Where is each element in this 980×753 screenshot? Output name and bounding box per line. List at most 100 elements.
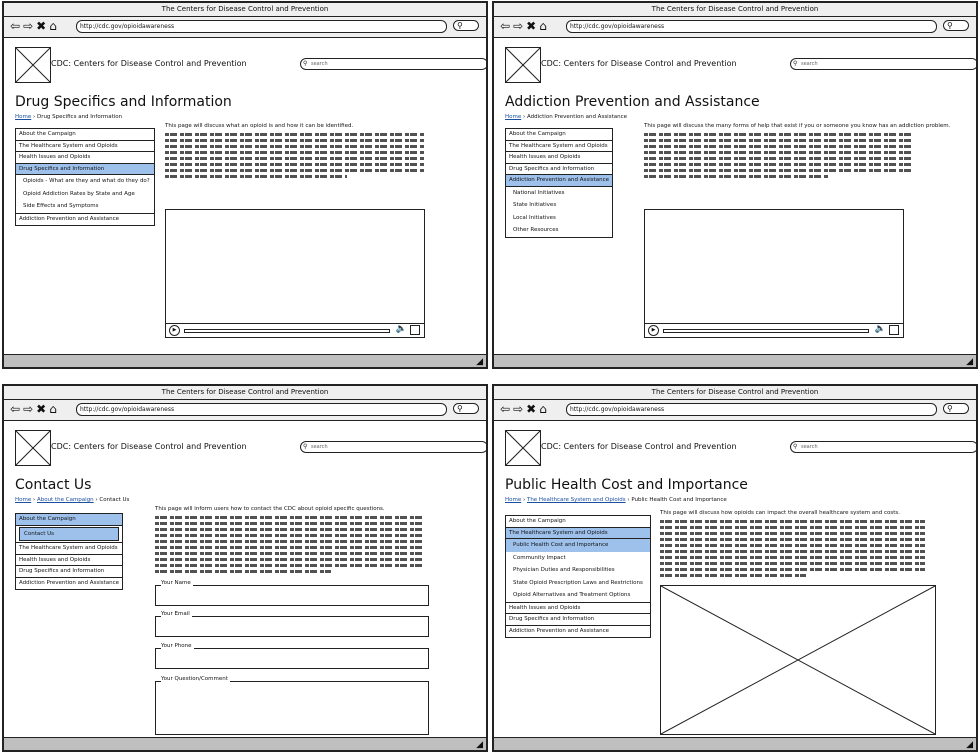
browser-search-field[interactable]: ⚲ <box>453 403 479 414</box>
site-search-input[interactable]: ⚲ search <box>790 441 976 453</box>
play-icon[interactable]: ▶ <box>169 325 180 336</box>
sidebar-subitem-national[interactable]: National Initiatives <box>506 187 612 200</box>
sidebar-item-health-issues[interactable]: Health Issues and Opioids <box>506 603 650 615</box>
sidebar-subitem-contact[interactable]: Contact Us <box>19 526 119 542</box>
window-title: The Centers for Disease Control and Prev… <box>494 386 976 400</box>
play-icon[interactable]: ▶ <box>648 325 659 336</box>
resize-grip-icon[interactable]: ◢ <box>476 357 483 367</box>
stop-icon[interactable]: ✖ <box>36 402 49 416</box>
name-field[interactable] <box>155 585 429 606</box>
sidebar-item-drug-specifics[interactable]: Drug Specifics and Information <box>16 566 122 578</box>
sidebar-item-drug-specifics[interactable]: Drug Specifics and Information <box>506 614 650 626</box>
resize-grip-icon[interactable]: ◢ <box>966 357 973 367</box>
browser-search-field[interactable]: ⚲ <box>943 20 969 31</box>
name-field-label: Your Name <box>161 580 193 586</box>
sidebar-nav: About the Campaign Contact Us The Health… <box>15 513 123 591</box>
stop-icon[interactable]: ✖ <box>36 19 49 33</box>
sidebar-nav: About the Campaign The Healthcare System… <box>505 128 613 238</box>
back-icon[interactable]: ⇦ <box>10 402 23 416</box>
breadcrumb-home-link[interactable]: Home <box>505 497 521 503</box>
sidebar-item-healthcare[interactable]: The Healthcare System and Opioids <box>506 141 612 153</box>
home-icon[interactable]: ⌂ <box>49 402 60 416</box>
sidebar-item-addiction-prevention[interactable]: Addiction Prevention and Assistance <box>16 214 154 226</box>
stop-icon[interactable]: ✖ <box>526 402 539 416</box>
site-name: CDC: Centers for Disease Control and Pre… <box>51 59 247 68</box>
sidebar-item-healthcare[interactable]: The Healthcare System and Opioids <box>16 543 122 555</box>
video-player[interactable]: ▶ 🔈 <box>644 209 904 338</box>
sidebar-item-about[interactable]: About the Campaign <box>16 129 154 141</box>
sidebar-item-healthcare[interactable]: The Healthcare System and Opioids <box>506 527 650 540</box>
browser-search-field[interactable]: ⚲ <box>943 403 969 414</box>
placeholder-text-block <box>165 133 425 181</box>
image-placeholder <box>660 585 936 735</box>
logo-placeholder <box>15 47 51 83</box>
sidebar-subitem-community-impact[interactable]: Community Impact <box>506 552 650 565</box>
fullscreen-icon[interactable] <box>410 325 420 335</box>
sidebar-subitem-other[interactable]: Other Resources <box>506 224 612 237</box>
sidebar-item-about[interactable]: About the Campaign <box>506 129 612 141</box>
breadcrumb-current: Contact Us <box>99 497 130 503</box>
sidebar-item-health-issues[interactable]: Health Issues and Opioids <box>16 555 122 567</box>
breadcrumb-home-link[interactable]: Home <box>505 114 521 120</box>
back-icon[interactable]: ⇦ <box>10 19 23 33</box>
sidebar-item-drug-specifics[interactable]: Drug Specifics and Information <box>16 163 154 176</box>
sidebar-item-healthcare[interactable]: The Healthcare System and Opioids <box>16 141 154 153</box>
comment-textarea[interactable] <box>155 681 429 735</box>
forward-icon[interactable]: ⇨ <box>23 402 36 416</box>
address-bar[interactable]: http://cdc.gov/opioidawareness <box>76 20 447 33</box>
phone-field[interactable] <box>155 648 429 669</box>
sidebar-item-about[interactable]: About the Campaign <box>506 516 650 528</box>
fullscreen-icon[interactable] <box>889 325 899 335</box>
resize-grip-icon[interactable]: ◢ <box>476 740 483 750</box>
breadcrumb-about-link[interactable]: About the Campaign <box>37 497 94 503</box>
breadcrumb-healthcare-link[interactable]: The Healthcare System and Opioids <box>527 497 626 503</box>
site-search-input[interactable]: ⚲ search <box>300 441 486 453</box>
home-icon[interactable]: ⌂ <box>539 19 550 33</box>
sidebar-subitem-physician-duties[interactable]: Physician Duties and Responsibilities <box>506 564 650 577</box>
sidebar-item-health-issues[interactable]: Health Issues and Opioids <box>16 152 154 164</box>
site-search-input[interactable]: ⚲ search <box>300 58 486 70</box>
volume-icon[interactable]: 🔈 <box>396 324 407 334</box>
sidebar-item-health-issues[interactable]: Health Issues and Opioids <box>506 152 612 164</box>
sidebar-item-addiction-prevention[interactable]: Addiction Prevention and Assistance <box>506 175 612 187</box>
sidebar-subitem-addiction-rates[interactable]: Opioid Addiction Rates by State and Age <box>16 188 154 201</box>
back-icon[interactable]: ⇦ <box>500 19 513 33</box>
sidebar-item-addiction-prevention[interactable]: Addiction Prevention and Assistance <box>16 578 122 590</box>
video-progress-track[interactable] <box>663 329 869 333</box>
sidebar-subitem-state-laws[interactable]: State Opioid Prescription Laws and Restr… <box>506 577 650 590</box>
resize-grip-icon[interactable]: ◢ <box>966 740 973 750</box>
sidebar-subitem-alternatives[interactable]: Opioid Alternatives and Treatment Option… <box>506 589 650 602</box>
breadcrumb-current: Public Health Cost and Importance <box>631 497 727 503</box>
breadcrumb-home-link[interactable]: Home <box>15 114 31 120</box>
forward-icon[interactable]: ⇨ <box>513 402 526 416</box>
email-field[interactable] <box>155 616 429 637</box>
sidebar-item-about[interactable]: About the Campaign <box>16 514 122 526</box>
sidebar-item-addiction-prevention[interactable]: Addiction Prevention and Assistance <box>506 626 650 638</box>
breadcrumb-home-link[interactable]: Home <box>15 497 31 503</box>
home-icon[interactable]: ⌂ <box>539 402 550 416</box>
placeholder-text-block <box>660 520 925 580</box>
video-progress-track[interactable] <box>184 329 390 333</box>
sidebar-nav: About the Campaign The Healthcare System… <box>505 515 651 639</box>
forward-icon[interactable]: ⇨ <box>23 19 36 33</box>
search-icon: ⚲ <box>793 443 798 450</box>
address-bar[interactable]: http://cdc.gov/opioidawareness <box>566 20 937 33</box>
sidebar-subitem-local[interactable]: Local Initiatives <box>506 212 612 225</box>
sidebar-subitem-public-health-cost[interactable]: Public Health Cost and Importance <box>506 539 650 552</box>
site-search-input[interactable]: ⚲ search <box>790 58 976 70</box>
stop-icon[interactable]: ✖ <box>526 19 539 33</box>
browser-search-field[interactable]: ⚲ <box>453 20 479 31</box>
forward-icon[interactable]: ⇨ <box>513 19 526 33</box>
address-bar[interactable]: http://cdc.gov/opioidawareness <box>76 403 447 416</box>
sidebar-subitem-state[interactable]: State Initiatives <box>506 199 612 212</box>
back-icon[interactable]: ⇦ <box>500 402 513 416</box>
sidebar-item-drug-specifics[interactable]: Drug Specifics and Information <box>506 164 612 176</box>
search-icon: ⚲ <box>457 21 463 30</box>
volume-icon[interactable]: 🔈 <box>875 324 886 334</box>
sidebar-subitem-side-effects[interactable]: Side Effects and Symptoms <box>16 200 154 213</box>
address-bar[interactable]: http://cdc.gov/opioidawareness <box>566 403 937 416</box>
logo-placeholder <box>505 430 541 466</box>
video-player[interactable]: ▶ 🔈 <box>165 209 425 338</box>
sidebar-subitem-what-are-opioids[interactable]: Opioids - What are they and what do they… <box>16 175 154 188</box>
home-icon[interactable]: ⌂ <box>49 19 60 33</box>
